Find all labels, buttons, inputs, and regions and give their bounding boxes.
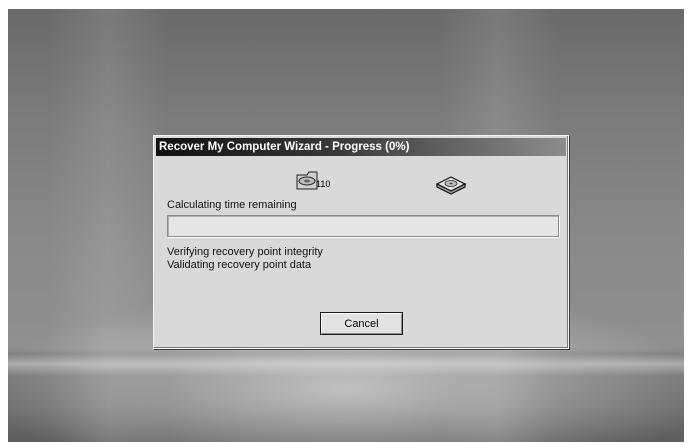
log-line: Validating recovery point data <box>167 259 312 271</box>
progress-bar <box>167 215 559 237</box>
desktop-background: Recover My Computer Wizard - Progress (0… <box>8 9 684 442</box>
recover-wizard-progress-dialog: Recover My Computer Wizard - Progress (0… <box>153 135 569 349</box>
hard-disk-icon <box>435 176 467 195</box>
copy-animation-label: 110 <box>316 179 331 189</box>
dialog-titlebar[interactable]: Recover My Computer Wizard - Progress (0… <box>156 138 566 156</box>
cancel-button[interactable]: Cancel <box>320 312 403 335</box>
activity-log: Verifying recovery point integrity Valid… <box>167 246 323 272</box>
log-line: Verifying recovery point integrity <box>167 246 323 258</box>
status-text: Calculating time remaining <box>167 199 297 211</box>
